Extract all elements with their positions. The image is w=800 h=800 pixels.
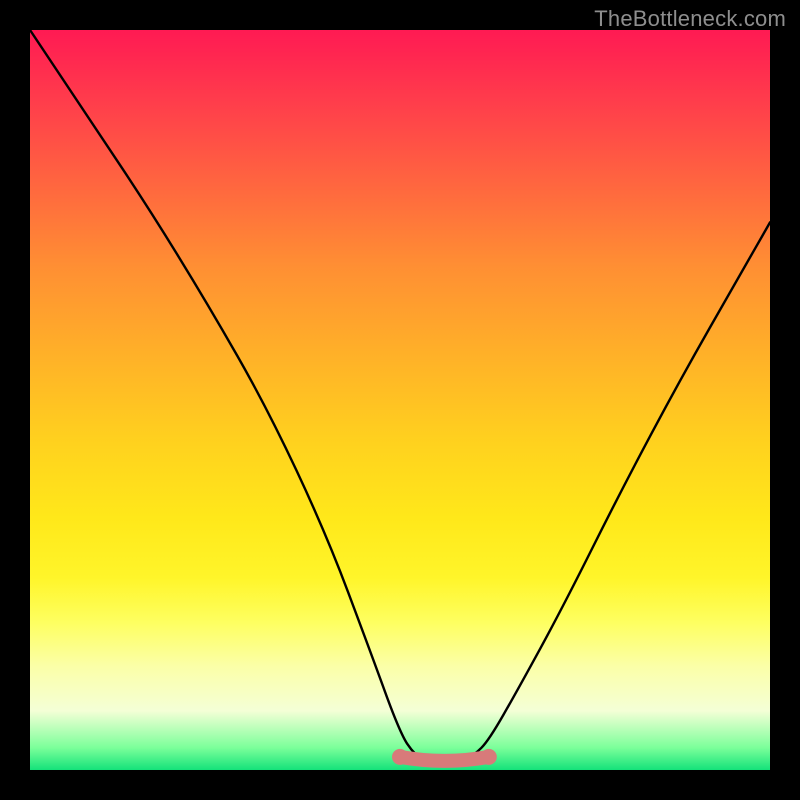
chart-container: TheBottleneck.com	[0, 0, 800, 800]
plot-area	[30, 30, 770, 770]
bottleneck-curve	[30, 30, 770, 763]
curve-layer	[30, 30, 770, 770]
watermark-text: TheBottleneck.com	[594, 6, 786, 32]
